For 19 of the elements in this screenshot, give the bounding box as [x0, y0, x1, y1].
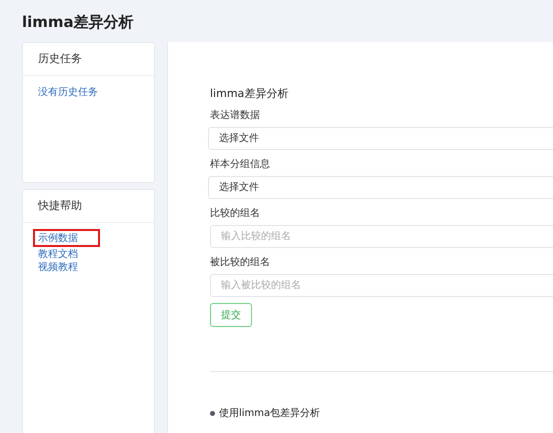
card-title: 历史任务: [23, 43, 154, 76]
file-picker[interactable]: 选择文件: [208, 127, 553, 150]
submit-button[interactable]: 提交: [210, 303, 252, 327]
bullet-icon: [210, 410, 215, 416]
help-link[interactable]: 视频教程: [38, 261, 78, 274]
page-title: limma差异分析: [22, 12, 135, 33]
field-label: 比较的组名: [210, 207, 261, 221]
field-label: 被比较的组名: [210, 256, 271, 270]
card-title: 快捷帮助: [23, 190, 154, 223]
empty-history-link[interactable]: 没有历史任务: [38, 86, 98, 99]
form-title: limma差异分析: [210, 86, 290, 101]
field-label: 表达谱数据: [210, 109, 261, 123]
help-link[interactable]: 教程文档: [38, 248, 78, 261]
note-text: 使用limma包差异分析: [219, 406, 320, 420]
help-link[interactable]: 示例数据: [35, 231, 98, 245]
input-field[interactable]: 输入被比较的组名: [210, 274, 553, 297]
file-picker[interactable]: 选择文件: [208, 176, 553, 199]
input-field[interactable]: 输入比较的组名: [210, 225, 553, 248]
field-label: 样本分组信息: [210, 158, 271, 172]
